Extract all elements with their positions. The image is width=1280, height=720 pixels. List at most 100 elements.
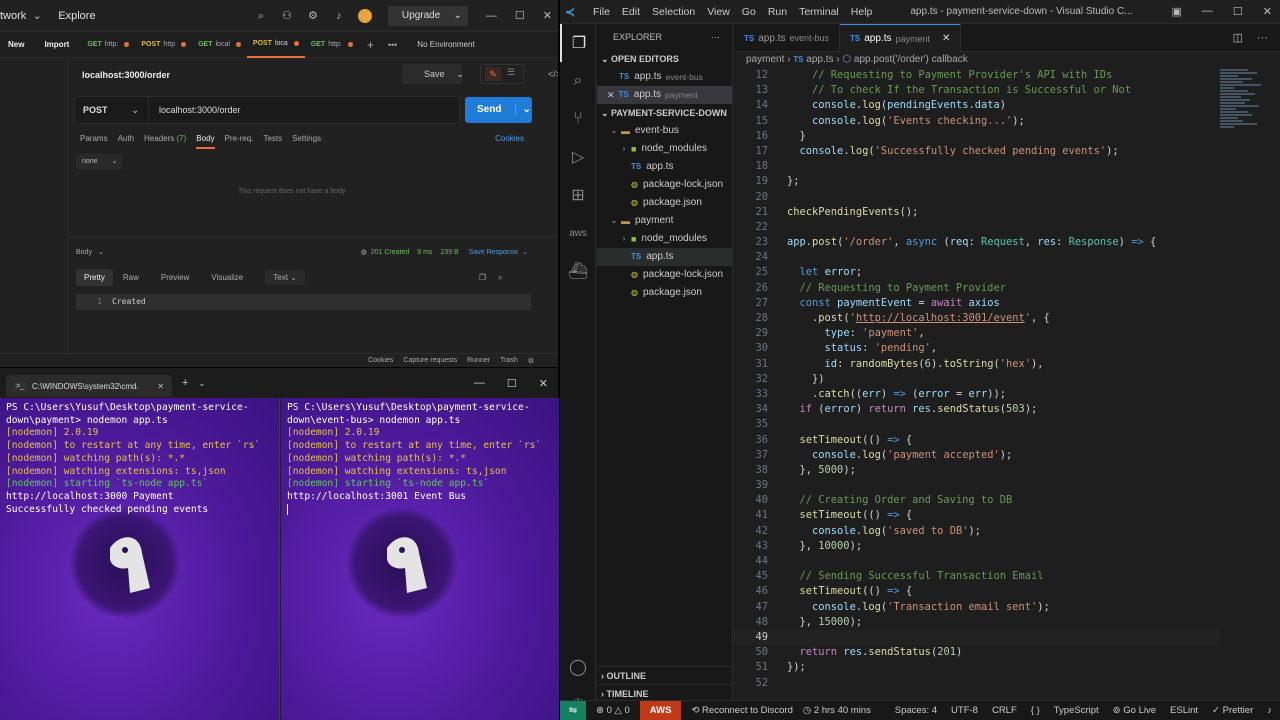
nav-explore[interactable]: Explore [58, 10, 95, 22]
copy-icon[interactable]: ❐ [479, 273, 486, 282]
code-line[interactable]: 35 [734, 417, 1220, 432]
doc-icon[interactable]: ☰ [507, 67, 515, 78]
layout-icon[interactable]: ▣ [1172, 5, 1182, 18]
minimap[interactable] [1220, 68, 1266, 148]
terminal-tab[interactable]: >_ C:\WINDOWS\system32\cmd. ✕ [6, 375, 172, 397]
code-icon[interactable]: </> [548, 69, 558, 79]
footer-capture[interactable]: Capture requests [403, 357, 457, 364]
response-body[interactable]: 1 Created [76, 294, 531, 310]
close-icon[interactable]: ✕ [607, 86, 615, 104]
tab-params[interactable]: Params [80, 134, 108, 149]
code-line[interactable]: 48 }, 15000); [734, 615, 1220, 630]
docker-icon[interactable]: ⛴ [560, 252, 596, 290]
maximize-icon[interactable]: ☐ [515, 9, 525, 22]
tab-auth[interactable]: Auth [118, 134, 134, 149]
import-button[interactable]: Import [38, 36, 75, 54]
tree-item[interactable]: › ■ node_modules [597, 230, 732, 248]
environment-select[interactable]: No Environment [417, 40, 474, 49]
minimize-icon[interactable]: — [1202, 5, 1213, 18]
terminal-pane-payment[interactable]: PS C:\Users\Yusuf\Desktop\payment-servic… [0, 398, 279, 720]
tab-visualize[interactable]: Visualize [211, 273, 243, 282]
code-line[interactable]: 37 console.log('payment accepted'); [734, 448, 1220, 463]
code-line[interactable]: 28 .post('http://localhost:3001/event', … [734, 311, 1220, 326]
edit-toggle[interactable]: ✎ ☰ [480, 64, 524, 84]
more-icon[interactable]: ••• [388, 40, 397, 50]
tab-tests[interactable]: Tests [263, 134, 282, 149]
close-tab-icon[interactable]: ✕ [942, 33, 950, 44]
close-icon[interactable]: ✕ [543, 9, 552, 22]
code-line[interactable]: 45 // Sending Successful Transaction Ema… [734, 569, 1220, 584]
indentation-status[interactable]: Spaces: 4 [895, 705, 937, 716]
code-line[interactable]: 41 setTimeout(() => { [734, 508, 1220, 523]
code-line[interactable]: 43 }, 10000); [734, 539, 1220, 554]
new-tab-icon[interactable]: + [182, 377, 188, 389]
response-time[interactable]: 9 ms [417, 249, 432, 256]
code-line[interactable]: 25 let error; [734, 265, 1220, 280]
code-line[interactable]: 19}; [734, 174, 1220, 189]
code-line[interactable]: 52 [734, 676, 1220, 691]
maximize-icon[interactable]: ☐ [507, 377, 517, 390]
code-line[interactable]: 38 }, 5000); [734, 463, 1220, 478]
explorer-icon[interactable]: ❐ [560, 24, 596, 62]
body-type-select[interactable]: none ⌄ [76, 154, 122, 170]
code-line[interactable]: 33 .catch((err) => (error = err)); [734, 387, 1220, 402]
code-line[interactable]: 47 console.log('Transaction email sent')… [734, 600, 1220, 615]
request-tab[interactable]: GET local [192, 32, 247, 58]
code-line[interactable]: 23 app.post('/order', async (req: Request… [734, 235, 1220, 250]
code-line[interactable]: 49 [734, 629, 1220, 646]
eslint-status[interactable]: ESLint [1170, 705, 1198, 716]
code-line[interactable]: 22 [734, 220, 1220, 235]
tree-item[interactable]: TS app.ts [597, 248, 732, 266]
aws-status[interactable]: AWS [639, 700, 682, 720]
tree-item[interactable]: ⌄ ▬ payment [597, 212, 732, 230]
search-icon[interactable]: ⌕ [560, 62, 596, 100]
method-select[interactable]: POST ⌄ [75, 97, 149, 123]
tab-prereq[interactable]: Pre-req. [225, 134, 254, 149]
code-line[interactable]: 40 // Creating Order and Saving to DB [734, 493, 1220, 508]
tab-preview[interactable]: Preview [161, 273, 189, 282]
minimize-icon[interactable]: — [474, 377, 485, 390]
project-section[interactable]: ⌄ PAYMENT-SERVICE-DOWN [597, 104, 732, 122]
more-icon[interactable]: ··· [1257, 32, 1268, 44]
code-line[interactable]: 13 // To check If the Transaction is Suc… [734, 83, 1220, 98]
wakatime-status[interactable]: ◷ 2 hrs 40 mins [803, 705, 871, 716]
open-editors-section[interactable]: ⌄ OPEN EDITORS [597, 50, 732, 68]
close-tab-icon[interactable]: ✕ [157, 382, 164, 391]
send-button[interactable]: Send ⌄ [465, 97, 532, 123]
code-line[interactable]: 15 console.log('Events checking...'); [734, 114, 1220, 129]
search-icon[interactable]: ⌕ [498, 273, 502, 283]
add-tab-icon[interactable]: + [367, 38, 374, 52]
code-line[interactable]: 14 console.log(pendingEvents.data) [734, 98, 1220, 113]
prettier-status[interactable]: ✓ Prettier [1212, 705, 1253, 716]
eol-status[interactable]: CRLF [992, 705, 1017, 716]
tree-item[interactable]: ⌄ ▬ event-bus [597, 122, 732, 140]
menu-go[interactable]: Go [742, 6, 756, 18]
run-debug-icon[interactable]: ▷ [560, 138, 596, 176]
format-select[interactable]: Text ⌄ [265, 270, 305, 285]
remote-icon[interactable]: ⇋ [560, 700, 586, 720]
search-icon[interactable]: ⌕ [254, 9, 268, 23]
menu-edit[interactable]: Edit [622, 6, 640, 18]
chevron-down-icon[interactable]: ⌄ [98, 248, 104, 256]
code-line[interactable]: 16 } [734, 129, 1220, 144]
code-line[interactable]: 36 setTimeout(() => { [734, 433, 1220, 448]
tree-item[interactable]: TS app.ts [597, 158, 732, 176]
cookies-link[interactable]: Cookies [495, 134, 524, 143]
save-response-button[interactable]: Save Response [469, 249, 518, 256]
editor-tab-active[interactable]: TS app.ts payment ✕ [840, 24, 962, 52]
breadcrumb-folder[interactable]: payment [746, 54, 784, 65]
code-line[interactable]: 27 const paymentEvent = await axios [734, 296, 1220, 311]
menu-terminal[interactable]: Terminal [799, 6, 839, 18]
url-input[interactable]: localhost:3000/order [149, 105, 241, 115]
nav-network[interactable]: twork [0, 10, 26, 22]
tree-item[interactable]: ◍ package-lock.json [597, 176, 732, 194]
open-editor-item[interactable]: ✕ TS app.ts payment [597, 86, 732, 104]
close-icon[interactable]: ✕ [539, 377, 548, 390]
maximize-icon[interactable]: ☐ [1233, 5, 1243, 18]
upgrade-button[interactable]: Upgrade ⌄ [387, 5, 468, 26]
close-icon[interactable]: ✕ [1263, 5, 1272, 18]
code-line[interactable]: 39 [734, 478, 1220, 493]
menu-help[interactable]: Help [851, 6, 873, 18]
status-code[interactable]: 201 Created [371, 249, 410, 256]
tab-raw[interactable]: Raw [123, 273, 139, 282]
